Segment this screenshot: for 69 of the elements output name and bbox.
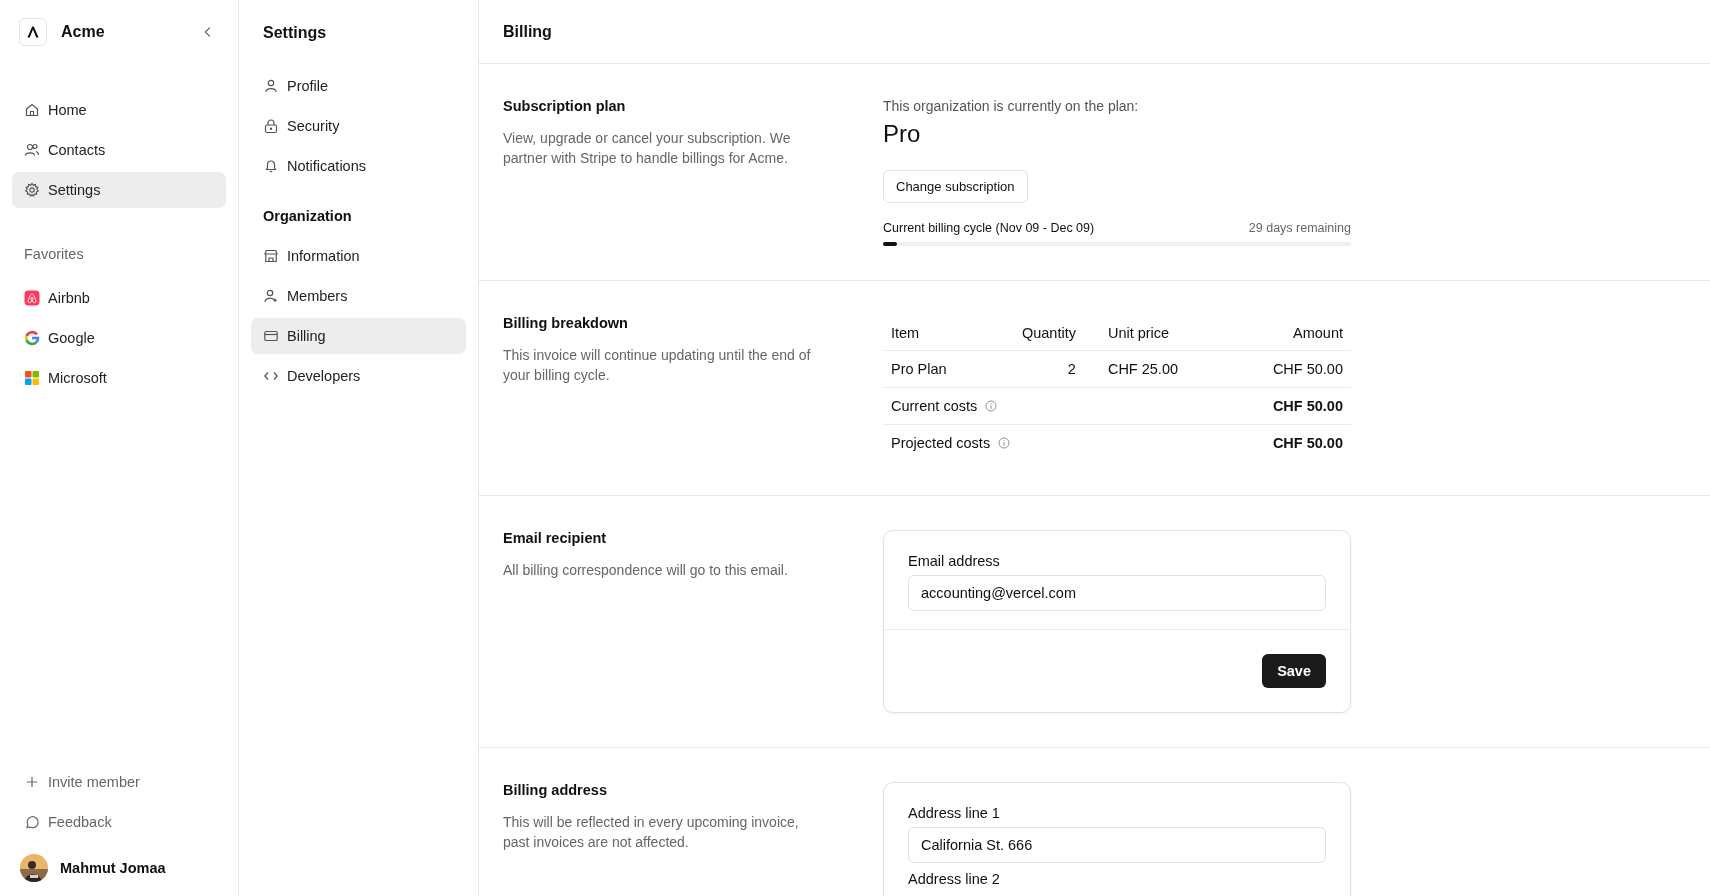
settings-nav-item[interactable]: Information xyxy=(251,238,466,274)
user-name[interactable]: Mahmut Jomaa xyxy=(60,860,166,876)
logo-icon xyxy=(19,18,47,46)
settings-nav-item[interactable]: Notifications xyxy=(251,148,466,184)
group-heading: Organization xyxy=(262,208,353,224)
section-title: Billing breakdown xyxy=(503,315,629,331)
table-cell: 2 xyxy=(984,350,1084,388)
section-description: View, upgrade or cancel your subscription. We partner with Stripe to handle billings for Acme. xyxy=(503,129,792,168)
total-label: Projected costs xyxy=(891,435,991,451)
column-header: Item xyxy=(883,315,985,351)
settings-nav-item[interactable]: Members xyxy=(251,278,466,314)
section-title: Billing address xyxy=(503,782,608,798)
column-header: Amount xyxy=(1228,315,1351,351)
column-header: Unit price xyxy=(1083,315,1229,351)
gear-icon xyxy=(24,182,40,198)
section-description: This will be reflected in every upcoming invoice, past invoices are not affected. xyxy=(503,813,800,852)
lock-icon xyxy=(263,118,279,134)
field-label: Email address xyxy=(908,553,1001,569)
favorites-heading: Favorites xyxy=(23,246,85,262)
person-icon xyxy=(263,78,279,94)
bell-icon xyxy=(263,158,279,174)
favorite-item[interactable]: Google xyxy=(12,320,226,356)
plan-name: Pro xyxy=(883,120,922,148)
credit-card-icon xyxy=(263,328,279,344)
workspace-name: Acme xyxy=(61,23,106,41)
sidebar-item[interactable]: Settings xyxy=(12,172,226,208)
sidebar-footer-item[interactable]: Invite member xyxy=(12,764,226,800)
table-cell: Pro Plan xyxy=(883,350,985,388)
save-button[interactable]: Save xyxy=(1262,654,1326,688)
person-plus-icon xyxy=(263,288,279,304)
google-logo-icon xyxy=(24,330,40,346)
info-icon[interactable] xyxy=(985,400,998,412)
total-label: Current costs xyxy=(891,398,978,414)
home-icon xyxy=(24,102,40,118)
section-title: Subscription plan xyxy=(503,98,627,114)
info-icon[interactable] xyxy=(998,437,1011,449)
total-amount: CHF 50.00 xyxy=(1228,424,1351,461)
days-remaining: 29 days remaining xyxy=(1248,221,1351,235)
settings-heading: Settings xyxy=(262,24,328,42)
total-amount: CHF 50.00 xyxy=(1228,387,1351,425)
favorite-item[interactable]: Airbnb xyxy=(12,280,226,316)
change-subscription-button[interactable]: Change subscription xyxy=(883,170,1028,203)
input-field[interactable]: accounting@vercel.com xyxy=(908,575,1326,611)
store-icon xyxy=(263,248,279,264)
settings-nav-item[interactable]: Security xyxy=(251,108,466,144)
plan-caption: This organization is currently on the plan: xyxy=(883,98,1140,114)
sidebar-footer-item[interactable]: Feedback xyxy=(12,804,226,840)
settings-nav-item[interactable]: Developers xyxy=(251,358,466,394)
section-title: Email recipient xyxy=(503,530,608,546)
sidebar-item[interactable]: Contacts xyxy=(12,132,226,168)
column-header: Quantity xyxy=(984,315,1084,351)
field-label: Address line 2 xyxy=(908,871,1001,887)
page-title: Billing xyxy=(503,22,552,41)
feedback-icon xyxy=(24,814,40,830)
billing-cycle-label: Current billing cycle (Nov 09 - Dec 09) xyxy=(883,221,1095,235)
airbnb-logo-icon xyxy=(24,290,40,306)
windows-logo-icon xyxy=(24,370,40,386)
people-icon xyxy=(24,142,40,158)
field-label: Address line 1 xyxy=(908,805,1001,821)
settings-nav-item[interactable]: Billing xyxy=(251,318,466,354)
section-description: All billing correspondence will go to this email. xyxy=(503,561,789,580)
table-cell: CHF 50.00 xyxy=(1228,350,1351,388)
plus-icon xyxy=(24,774,40,790)
settings-nav-item[interactable]: Profile xyxy=(251,68,466,104)
sidebar-item[interactable]: Home xyxy=(12,92,226,128)
section-description: This invoice will continue updating until the end of your billing cycle. xyxy=(503,346,812,385)
input-field[interactable]: California St. 666 xyxy=(908,827,1326,863)
table-cell: CHF 25.00 xyxy=(1083,350,1229,388)
favorite-item[interactable]: Microsoft xyxy=(12,360,226,396)
